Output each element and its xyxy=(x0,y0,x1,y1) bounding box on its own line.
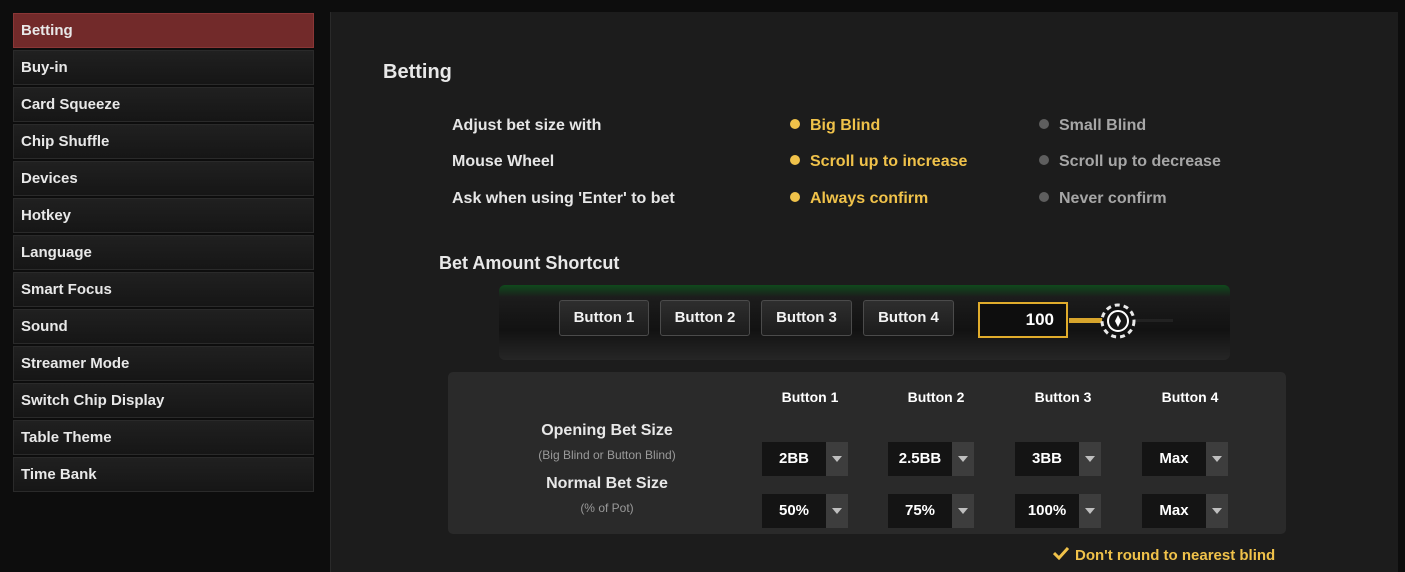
chevron-down-icon xyxy=(1079,442,1101,476)
settings-sidebar: Betting Buy-in Card Squeeze Chip Shuffle… xyxy=(13,13,314,494)
dropdown-value: Max xyxy=(1142,442,1206,476)
chevron-down-icon xyxy=(826,494,848,528)
page-title: Betting xyxy=(383,61,452,83)
chevron-down-icon xyxy=(952,442,974,476)
option-label: Ask when using 'Enter' to bet xyxy=(452,190,675,207)
dropdown-value: 2BB xyxy=(762,442,826,476)
radio-label: Scroll up to increase xyxy=(810,153,968,170)
shortcut-button-2[interactable]: Button 2 xyxy=(660,300,750,336)
radio-label: Always confirm xyxy=(810,190,929,207)
dropdown-value: Max xyxy=(1142,494,1206,528)
shortcut-button-3[interactable]: Button 3 xyxy=(761,300,852,336)
radio-selected-icon xyxy=(790,192,800,202)
opening-size-dropdown-2[interactable]: 2.5BB xyxy=(888,442,974,476)
sidebar-item-devices[interactable]: Devices xyxy=(13,161,314,196)
bet-amount-input[interactable]: 100 xyxy=(978,302,1068,338)
radio-unselected-icon xyxy=(1039,192,1049,202)
checkmark-icon xyxy=(1053,546,1069,560)
shortcut-button-4[interactable]: Button 4 xyxy=(863,300,954,336)
radio-scroll-up-decrease[interactable]: Scroll up to decrease xyxy=(1039,153,1221,171)
normal-bet-size-sublabel: (% of Pot) xyxy=(580,501,634,515)
sidebar-item-switch-chip-display[interactable]: Switch Chip Display xyxy=(13,383,314,418)
radio-label: Big Blind xyxy=(810,117,881,134)
chevron-down-icon xyxy=(1206,442,1228,476)
radio-small-blind[interactable]: Small Blind xyxy=(1039,117,1146,135)
radio-label: Small Blind xyxy=(1059,117,1147,134)
chevron-down-icon xyxy=(1206,494,1228,528)
opening-size-dropdown-1[interactable]: 2BB xyxy=(762,442,848,476)
radio-selected-icon xyxy=(790,155,800,165)
bet-amount-shortcut-title: Bet Amount Shortcut xyxy=(439,253,620,273)
column-header-button-4: Button 4 xyxy=(1161,389,1219,405)
radio-scroll-up-increase[interactable]: Scroll up to increase xyxy=(790,153,967,171)
radio-label: Scroll up to decrease xyxy=(1059,153,1221,170)
radio-selected-icon xyxy=(790,119,800,129)
dropdown-value: 3BB xyxy=(1015,442,1079,476)
chevron-down-icon xyxy=(826,442,848,476)
opening-bet-size-label: Opening Bet Size xyxy=(541,422,673,439)
sidebar-item-buy-in[interactable]: Buy-in xyxy=(13,50,314,85)
round-to-blind-checkbox[interactable]: Don't round to nearest blind xyxy=(1053,546,1275,564)
shortcut-button-1[interactable]: Button 1 xyxy=(559,300,649,336)
sidebar-item-streamer-mode[interactable]: Streamer Mode xyxy=(13,346,314,381)
column-header-button-2: Button 2 xyxy=(907,389,965,405)
sidebar-item-chip-shuffle[interactable]: Chip Shuffle xyxy=(13,124,314,159)
opening-size-dropdown-4[interactable]: Max xyxy=(1142,442,1228,476)
settings-panel: Betting Adjust bet size with Big Blind S… xyxy=(330,12,1398,572)
column-header-button-1: Button 1 xyxy=(781,389,839,405)
dropdown-value: 2.5BB xyxy=(888,442,952,476)
sidebar-item-hotkey[interactable]: Hotkey xyxy=(13,198,314,233)
dropdown-value: 50% xyxy=(762,494,826,528)
poker-chip-slider-handle-icon[interactable] xyxy=(1100,303,1136,339)
radio-label: Never confirm xyxy=(1059,190,1167,207)
option-label: Mouse Wheel xyxy=(452,153,555,170)
normal-size-dropdown-3[interactable]: 100% xyxy=(1015,494,1101,528)
chevron-down-icon xyxy=(952,494,974,528)
radio-never-confirm[interactable]: Never confirm xyxy=(1039,190,1167,208)
sidebar-item-card-squeeze[interactable]: Card Squeeze xyxy=(13,87,314,122)
sidebar-item-table-theme[interactable]: Table Theme xyxy=(13,420,314,455)
normal-size-dropdown-4[interactable]: Max xyxy=(1142,494,1228,528)
normal-bet-size-label: Normal Bet Size xyxy=(546,475,668,492)
opening-bet-size-sublabel: (Big Blind or Button Blind) xyxy=(538,448,676,462)
radio-unselected-icon xyxy=(1039,119,1049,129)
column-header-button-3: Button 3 xyxy=(1034,389,1092,405)
normal-size-dropdown-2[interactable]: 75% xyxy=(888,494,974,528)
bet-shortcut-bar: Button 1 Button 2 Button 3 Button 4 100 xyxy=(499,285,1230,360)
radio-big-blind[interactable]: Big Blind xyxy=(790,117,880,135)
opening-size-dropdown-3[interactable]: 3BB xyxy=(1015,442,1101,476)
dropdown-value: 100% xyxy=(1015,494,1079,528)
radio-always-confirm[interactable]: Always confirm xyxy=(790,190,928,208)
sidebar-item-time-bank[interactable]: Time Bank xyxy=(13,457,314,492)
sidebar-item-language[interactable]: Language xyxy=(13,235,314,270)
dropdown-value: 75% xyxy=(888,494,952,528)
checkbox-label: Don't round to nearest blind xyxy=(1075,547,1276,564)
normal-size-dropdown-1[interactable]: 50% xyxy=(762,494,848,528)
sidebar-item-betting[interactable]: Betting xyxy=(13,13,314,48)
radio-unselected-icon xyxy=(1039,155,1049,165)
sidebar-item-smart-focus[interactable]: Smart Focus xyxy=(13,272,314,307)
bet-size-panel: Button 1 Button 2 Button 3 Button 4 Open… xyxy=(448,372,1286,534)
sidebar-item-sound[interactable]: Sound xyxy=(13,309,314,344)
chevron-down-icon xyxy=(1079,494,1101,528)
option-label: Adjust bet size with xyxy=(452,117,602,134)
